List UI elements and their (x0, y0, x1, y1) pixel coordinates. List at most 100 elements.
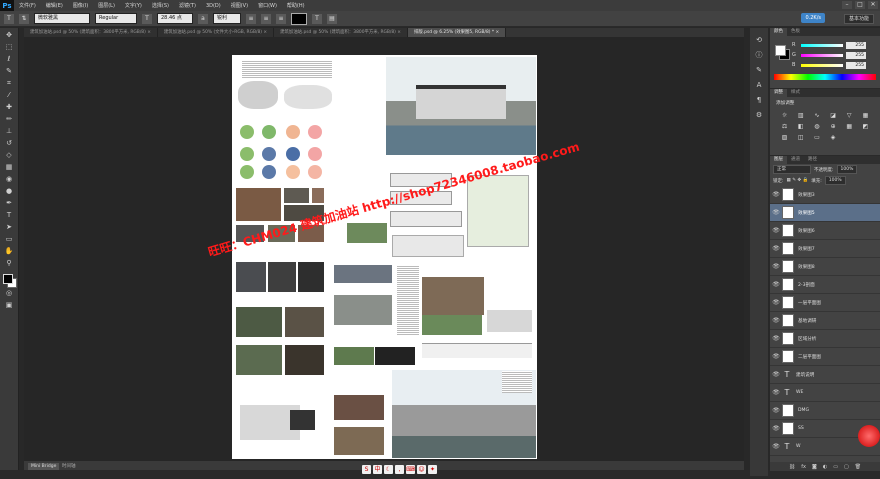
document-tab[interactable]: 建筑加油站.psd @ 50% (文件大小-RGB, RGB/8) × (157, 28, 275, 37)
visibility-eye-icon[interactable]: 👁 (770, 407, 782, 414)
color-balance-icon[interactable]: ⚖ (778, 123, 791, 131)
menu-window[interactable]: 窗口(W) (253, 2, 282, 9)
layer-row[interactable]: 👁 T WE (770, 384, 880, 402)
tab-adjustments[interactable]: 调整 (770, 89, 787, 97)
menu-select[interactable]: 选择(S) (147, 2, 174, 9)
move-tool-icon[interactable]: ✥ (4, 30, 15, 40)
curves-icon[interactable]: ∿ (810, 112, 823, 120)
font-size-select[interactable]: 28.46 点 (157, 13, 193, 24)
document-tab-active[interactable]: 排版.psd @ 6.25% (效果图5, RGB/8) * × (407, 28, 507, 37)
layer-row[interactable]: 👁 效果图8 (770, 258, 880, 276)
photo-filter-icon[interactable]: ◍ (810, 123, 823, 131)
visibility-eye-icon[interactable]: 👁 (770, 389, 782, 396)
levels-icon[interactable]: ▥ (794, 112, 807, 120)
red-value-input[interactable]: 255 (846, 41, 866, 49)
fx-icon[interactable]: fx (801, 464, 806, 470)
color-lookup-icon[interactable]: ▦ (843, 123, 856, 131)
mini-bridge-tab[interactable]: Mini Bridge (28, 463, 60, 470)
layer-row[interactable]: 👁 T 建筑说明 (770, 366, 880, 384)
type-tool-icon[interactable]: T (4, 210, 15, 220)
paragraph-icon[interactable]: ¶ (754, 96, 764, 105)
gradient-map-icon[interactable]: ▭ (810, 134, 823, 142)
character-icon[interactable]: A (754, 81, 764, 90)
invert-icon[interactable]: ◩ (859, 123, 872, 131)
visibility-eye-icon[interactable]: 👁 (770, 263, 782, 270)
visibility-eye-icon[interactable]: 👁 (770, 191, 782, 198)
menu-file[interactable]: 文件(F) (14, 2, 41, 9)
close-button[interactable]: ✕ (868, 1, 878, 9)
visibility-eye-icon[interactable]: 👁 (770, 335, 782, 342)
font-style-select[interactable]: Regular (95, 13, 137, 24)
blur-tool-icon[interactable]: ◉ (4, 174, 15, 184)
ime-user-icon[interactable]: ☺ (417, 465, 426, 474)
menu-image[interactable]: 图像(I) (68, 2, 93, 9)
type-tool-icon[interactable]: T (4, 13, 14, 24)
minimize-button[interactable]: – (842, 1, 852, 9)
layer-row[interactable]: 👁 2-3剖面 (770, 276, 880, 294)
ime-keyboard-icon[interactable]: ⌨ (406, 465, 415, 474)
dodge-tool-icon[interactable]: ● (4, 186, 15, 196)
ime-punct-icon[interactable]: , (395, 465, 404, 474)
threshold-icon[interactable]: ◫ (794, 134, 807, 142)
shape-tool-icon[interactable]: ▭ (4, 234, 15, 244)
layer-row[interactable]: 👁 效果图5 (770, 204, 880, 222)
group-icon[interactable]: ▭ (833, 464, 838, 470)
foreground-background-swatch[interactable] (3, 274, 17, 288)
channel-mixer-icon[interactable]: ⊕ (827, 123, 840, 131)
trash-icon[interactable]: 🗑 (855, 464, 861, 470)
tab-paths[interactable]: 路径 (804, 156, 821, 164)
align-right-icon[interactable]: ≡ (276, 13, 286, 24)
brush-tool-icon[interactable]: ✏ (4, 114, 15, 124)
blue-slider[interactable] (801, 63, 843, 67)
menu-layer[interactable]: 图层(L) (93, 2, 120, 9)
layer-row[interactable]: 👁 效果图7 (770, 240, 880, 258)
menu-view[interactable]: 视图(V) (226, 2, 253, 9)
visibility-eye-icon[interactable]: 👁 (770, 443, 782, 450)
floating-widget-icon[interactable] (858, 425, 880, 447)
foreground-color[interactable] (3, 274, 13, 284)
character-panel-icon[interactable]: ▤ (327, 13, 337, 24)
hand-tool-icon[interactable]: ✋ (4, 246, 15, 256)
visibility-eye-icon[interactable]: 👁 (770, 317, 782, 324)
black-white-icon[interactable]: ◧ (794, 123, 807, 131)
link-icon[interactable]: ⛓ (789, 464, 795, 470)
quick-select-tool-icon[interactable]: ✎ (4, 66, 15, 76)
crop-tool-icon[interactable]: ⌗ (4, 78, 15, 88)
menu-edit[interactable]: 编辑(E) (41, 2, 68, 9)
visibility-eye-icon[interactable]: 👁 (770, 281, 782, 288)
color-spectrum-bar[interactable] (774, 74, 876, 80)
vibrance-icon[interactable]: ▽ (843, 112, 856, 120)
layer-row[interactable]: 👁 效果图3 (770, 186, 880, 204)
visibility-eye-icon[interactable]: 👁 (770, 425, 782, 432)
menu-3d[interactable]: 3D(D) (201, 3, 226, 9)
healing-tool-icon[interactable]: ✚ (4, 102, 15, 112)
lock-icons[interactable]: ▦ ✎ ✥ 🔒 (787, 178, 809, 183)
eraser-tool-icon[interactable]: ◇ (4, 150, 15, 160)
lasso-tool-icon[interactable]: ℓ (4, 54, 15, 64)
visibility-eye-icon[interactable]: 👁 (770, 209, 782, 216)
visibility-eye-icon[interactable]: 👁 (770, 227, 782, 234)
blend-mode-select[interactable]: 正常 (773, 165, 811, 174)
tab-swatches[interactable]: 色板 (787, 28, 804, 36)
menu-type[interactable]: 文字(Y) (120, 2, 147, 9)
brightness-icon[interactable]: ☼ (778, 112, 791, 120)
tab-color[interactable]: 颜色 (770, 28, 787, 36)
fill-input[interactable]: 100% (824, 176, 846, 185)
adjustment-layer-icon[interactable]: ◐ (823, 464, 827, 470)
document-canvas[interactable] (232, 55, 537, 459)
quick-mask-icon[interactable]: ◎ (4, 288, 15, 298)
pen-tool-icon[interactable]: ✒ (4, 198, 15, 208)
timeline-tab[interactable]: 时间轴 (62, 463, 76, 470)
document-tab[interactable]: 建筑加油站.psd @ 50% (建筑面积：3800平方米, RGB/8) × (24, 28, 158, 37)
eyedropper-tool-icon[interactable]: ⁄ (4, 90, 15, 100)
history-brush-tool-icon[interactable]: ↺ (4, 138, 15, 148)
opacity-input[interactable]: 100% (836, 165, 858, 174)
clone-tool-icon[interactable]: ⊥ (4, 126, 15, 136)
layer-row[interactable]: 👁 效果图6 (770, 222, 880, 240)
color-foreground-swatch[interactable] (775, 45, 786, 56)
tab-styles[interactable]: 样式 (787, 89, 804, 97)
layer-row[interactable]: 👁 二层平面图 (770, 348, 880, 366)
properties-icon[interactable]: ⓘ (754, 51, 764, 60)
visibility-eye-icon[interactable]: 👁 (770, 371, 782, 378)
menu-filter[interactable]: 滤镜(T) (174, 2, 201, 9)
